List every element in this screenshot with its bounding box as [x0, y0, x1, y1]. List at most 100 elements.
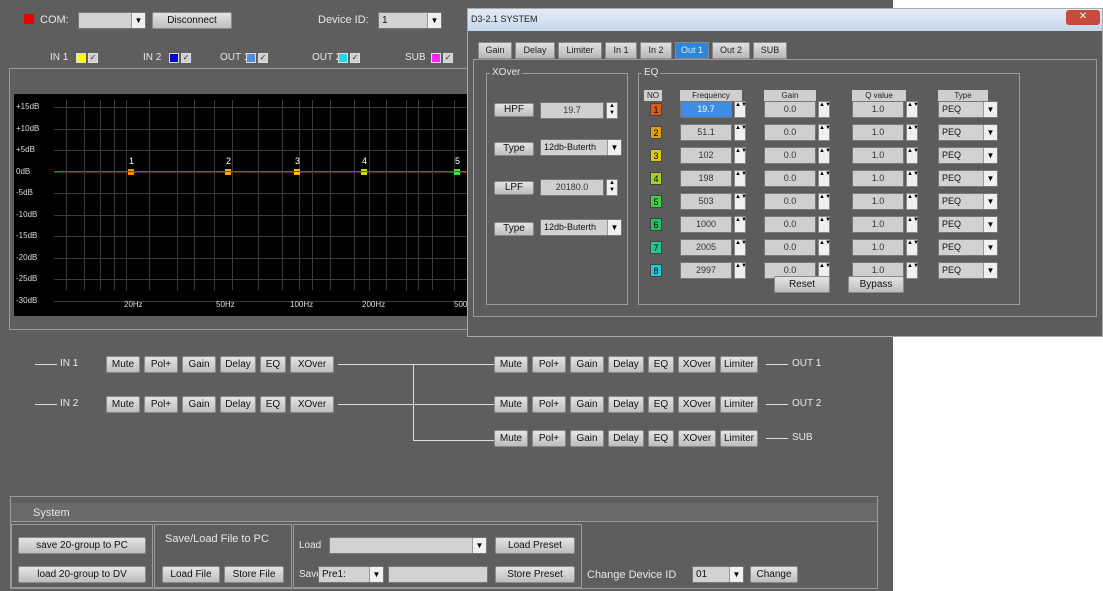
- routing-mute-button[interactable]: Mute: [106, 396, 140, 413]
- eq-gain-field[interactable]: 0.0: [764, 124, 816, 141]
- routing-delay-button[interactable]: Delay: [608, 356, 644, 373]
- eq-q-field[interactable]: 1.0: [852, 124, 904, 141]
- routing-pol-button[interactable]: Pol+: [532, 356, 566, 373]
- hpf-spinner[interactable]: ▲ ▼: [606, 102, 618, 119]
- routing-gain-button[interactable]: Gain: [570, 430, 604, 447]
- eq-type-select[interactable]: PEQ ▼: [938, 170, 998, 187]
- gain-spinner[interactable]: ▲▼: [818, 101, 831, 118]
- gain-spinner[interactable]: ▲▼: [818, 170, 831, 187]
- routing-xover-button[interactable]: XOver: [678, 430, 716, 447]
- routing-eq-button[interactable]: EQ: [648, 430, 674, 447]
- eq-frequency-field[interactable]: 198: [680, 170, 732, 187]
- routing-mute-button[interactable]: Mute: [494, 430, 528, 447]
- load-preset-button[interactable]: Load Preset: [495, 537, 575, 554]
- frequency-spinner[interactable]: ▲▼: [734, 101, 747, 118]
- eq-type-select[interactable]: PEQ ▼: [938, 216, 998, 233]
- eq-gain-field[interactable]: 0.0: [764, 216, 816, 233]
- eq-frequency-field[interactable]: 19.7: [680, 101, 732, 118]
- gain-spinner[interactable]: ▲▼: [818, 193, 831, 210]
- routing-pol-button[interactable]: Pol+: [144, 356, 178, 373]
- q-spinner[interactable]: ▲▼: [906, 147, 919, 164]
- preset-name-input[interactable]: [388, 566, 488, 583]
- routing-pol-button[interactable]: Pol+: [532, 430, 566, 447]
- frequency-spinner[interactable]: ▲▼: [734, 170, 747, 187]
- q-spinner[interactable]: ▲▼: [906, 193, 919, 210]
- q-spinner[interactable]: ▲▼: [906, 101, 919, 118]
- eq-gain-field[interactable]: 0.0: [764, 147, 816, 164]
- checkbox-icon[interactable]: ✓: [350, 53, 360, 63]
- tab-delay[interactable]: Delay: [515, 42, 555, 59]
- store-file-button[interactable]: Store File: [224, 566, 284, 583]
- gain-spinner[interactable]: ▲▼: [818, 239, 831, 256]
- routing-xover-button[interactable]: XOver: [290, 396, 334, 413]
- eq-q-field[interactable]: 1.0: [852, 239, 904, 256]
- checkbox-icon[interactable]: ✓: [443, 53, 453, 63]
- tab-in-2[interactable]: In 2: [640, 42, 672, 59]
- q-spinner[interactable]: ▲▼: [906, 216, 919, 233]
- routing-mute-button[interactable]: Mute: [494, 356, 528, 373]
- eq-q-field[interactable]: 1.0: [852, 170, 904, 187]
- routing-gain-button[interactable]: Gain: [182, 396, 216, 413]
- routing-eq-button[interactable]: EQ: [260, 356, 286, 373]
- tab-out-1[interactable]: Out 1: [675, 42, 709, 59]
- routing-mute-button[interactable]: Mute: [494, 396, 528, 413]
- checkbox-icon[interactable]: ✓: [88, 53, 98, 63]
- eq-q-field[interactable]: 1.0: [852, 193, 904, 210]
- tab-out-2[interactable]: Out 2: [712, 42, 750, 59]
- eq-gain-field[interactable]: 0.0: [764, 239, 816, 256]
- eq-type-select[interactable]: PEQ ▼: [938, 101, 998, 118]
- hpf-value-field[interactable]: 19.7: [540, 102, 604, 119]
- eq-frequency-field[interactable]: 51.1: [680, 124, 732, 141]
- change-id-select[interactable]: 01 ▼: [692, 566, 744, 583]
- eq-point-marker[interactable]: [225, 169, 231, 175]
- type1-label-button[interactable]: Type: [494, 142, 534, 156]
- frequency-spinner[interactable]: ▲▼: [734, 239, 747, 256]
- eq-frequency-field[interactable]: 2997: [680, 262, 732, 279]
- eq-gain-field[interactable]: 0.0: [764, 170, 816, 187]
- routing-xover-button[interactable]: XOver: [290, 356, 334, 373]
- eq-type-select[interactable]: PEQ ▼: [938, 193, 998, 210]
- eq-q-field[interactable]: 1.0: [852, 101, 904, 118]
- routing-eq-button[interactable]: EQ: [648, 396, 674, 413]
- checkbox-icon[interactable]: ✓: [181, 53, 191, 63]
- routing-limiter-button[interactable]: Limiter: [720, 430, 758, 447]
- eq-frequency-field[interactable]: 1000: [680, 216, 732, 233]
- save-preset-select[interactable]: Pre1: ▼: [318, 566, 384, 583]
- eq-point-marker[interactable]: [294, 169, 300, 175]
- routing-gain-button[interactable]: Gain: [182, 356, 216, 373]
- hpf-button[interactable]: HPF: [494, 103, 534, 117]
- tab-gain[interactable]: Gain: [478, 42, 512, 59]
- load-20-group-button[interactable]: load 20-group to DV: [18, 566, 146, 583]
- com-port-select[interactable]: ▼: [78, 12, 146, 29]
- frequency-spinner[interactable]: ▲▼: [734, 193, 747, 210]
- bypass-button[interactable]: Bypass: [848, 276, 904, 293]
- eq-type-select[interactable]: PEQ ▼: [938, 147, 998, 164]
- eq-type-select[interactable]: PEQ ▼: [938, 239, 998, 256]
- eq-gain-field[interactable]: 0.0: [764, 193, 816, 210]
- routing-gain-button[interactable]: Gain: [570, 356, 604, 373]
- eq-q-field[interactable]: 1.0: [852, 216, 904, 233]
- routing-delay-button[interactable]: Delay: [220, 396, 256, 413]
- eq-frequency-field[interactable]: 2005: [680, 239, 732, 256]
- load-preset-select[interactable]: ▼: [329, 537, 487, 554]
- eq-point-marker[interactable]: [128, 169, 134, 175]
- eq-q-field[interactable]: 1.0: [852, 147, 904, 164]
- device-id-select[interactable]: 1 ▼: [378, 12, 442, 29]
- tab-sub[interactable]: SUB: [753, 42, 787, 59]
- reset-button[interactable]: Reset: [774, 276, 830, 293]
- change-button[interactable]: Change: [750, 566, 798, 583]
- close-icon[interactable]: ✕: [1066, 10, 1100, 25]
- lpf-value-field[interactable]: 20180.0: [540, 179, 604, 196]
- eq-frequency-field[interactable]: 102: [680, 147, 732, 164]
- save-20-group-button[interactable]: save 20-group to PC: [18, 537, 146, 554]
- routing-pol-button[interactable]: Pol+: [532, 396, 566, 413]
- tab-limiter[interactable]: Limiter: [558, 42, 602, 59]
- frequency-spinner[interactable]: ▲▼: [734, 216, 747, 233]
- gain-spinner[interactable]: ▲▼: [818, 216, 831, 233]
- checkbox-icon[interactable]: ✓: [258, 53, 268, 63]
- routing-xover-button[interactable]: XOver: [678, 396, 716, 413]
- routing-mute-button[interactable]: Mute: [106, 356, 140, 373]
- eq-point-marker[interactable]: [454, 169, 460, 175]
- routing-delay-button[interactable]: Delay: [608, 430, 644, 447]
- routing-limiter-button[interactable]: Limiter: [720, 356, 758, 373]
